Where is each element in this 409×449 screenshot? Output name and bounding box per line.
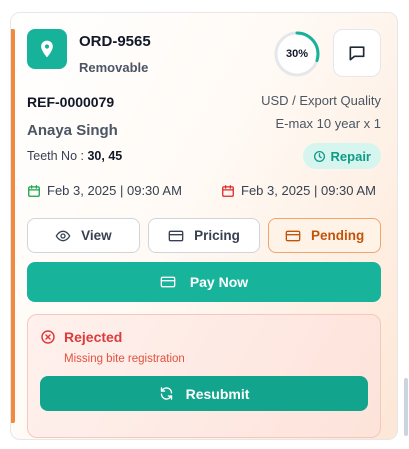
category-badge-label: Repair xyxy=(330,148,371,164)
clock-icon xyxy=(313,150,325,162)
resubmit-button[interactable]: Resubmit xyxy=(40,376,368,411)
due-date: Feb 3, 2025 | 09:30 AM xyxy=(221,183,376,198)
map-pin-icon xyxy=(41,40,53,58)
rejection-panel: Rejected Missing bite registration Resub… xyxy=(27,314,381,438)
pricing-button-label: Pricing xyxy=(194,228,240,243)
material-spec: E-max 10 year x 1 xyxy=(275,116,382,131)
chat-button[interactable] xyxy=(333,29,381,77)
teeth-value: 30, 45 xyxy=(87,149,123,163)
order-card: ORD-9565 Removable 30% REF-0000079 Anaya… xyxy=(10,12,398,440)
x-circle-icon xyxy=(41,330,55,344)
rejection-status-label: Rejected xyxy=(64,329,123,345)
calendar-icon xyxy=(28,184,40,197)
credit-card-icon xyxy=(160,276,176,288)
order-id: ORD-9565 xyxy=(79,33,151,50)
resubmit-label: Resubmit xyxy=(185,385,250,402)
message-square-icon xyxy=(349,46,365,61)
eye-icon xyxy=(55,230,71,241)
pay-now-button[interactable]: Pay Now xyxy=(27,262,381,302)
credit-card-icon xyxy=(285,230,301,241)
pending-button[interactable]: Pending xyxy=(268,218,382,253)
patient-name: Anaya Singh xyxy=(27,122,118,139)
pay-now-label: Pay Now xyxy=(189,274,249,290)
reference-number: REF-0000079 xyxy=(27,94,115,110)
rejection-reason: Missing bite registration xyxy=(64,353,185,365)
order-icon-tile xyxy=(27,29,67,69)
view-button-label: View xyxy=(81,228,112,243)
start-date-text: Feb 3, 2025 | 09:30 AM xyxy=(47,183,182,198)
calendar-icon xyxy=(222,184,234,197)
refresh-icon xyxy=(160,387,172,400)
order-type: Removable xyxy=(79,60,149,75)
status-accent-bar xyxy=(11,29,15,423)
rejection-status: Rejected xyxy=(40,329,122,345)
teeth-label: Teeth No : xyxy=(27,149,84,163)
category-badge: Repair xyxy=(302,143,381,169)
credit-card-icon xyxy=(168,230,184,241)
pricing-button[interactable]: Pricing xyxy=(147,218,261,253)
start-date: Feb 3, 2025 | 09:30 AM xyxy=(27,183,182,198)
view-button[interactable]: View xyxy=(27,218,140,253)
scrollbar-thumb[interactable] xyxy=(404,378,408,436)
due-date-text: Feb 3, 2025 | 09:30 AM xyxy=(241,183,376,198)
action-buttons: View Pricing Pending xyxy=(27,218,382,253)
pending-button-label: Pending xyxy=(311,228,365,243)
teeth-numbers: Teeth No : 30, 45 xyxy=(27,149,122,163)
currency-quality: USD / Export Quality xyxy=(261,93,381,108)
progress-label: 30% xyxy=(285,48,309,60)
